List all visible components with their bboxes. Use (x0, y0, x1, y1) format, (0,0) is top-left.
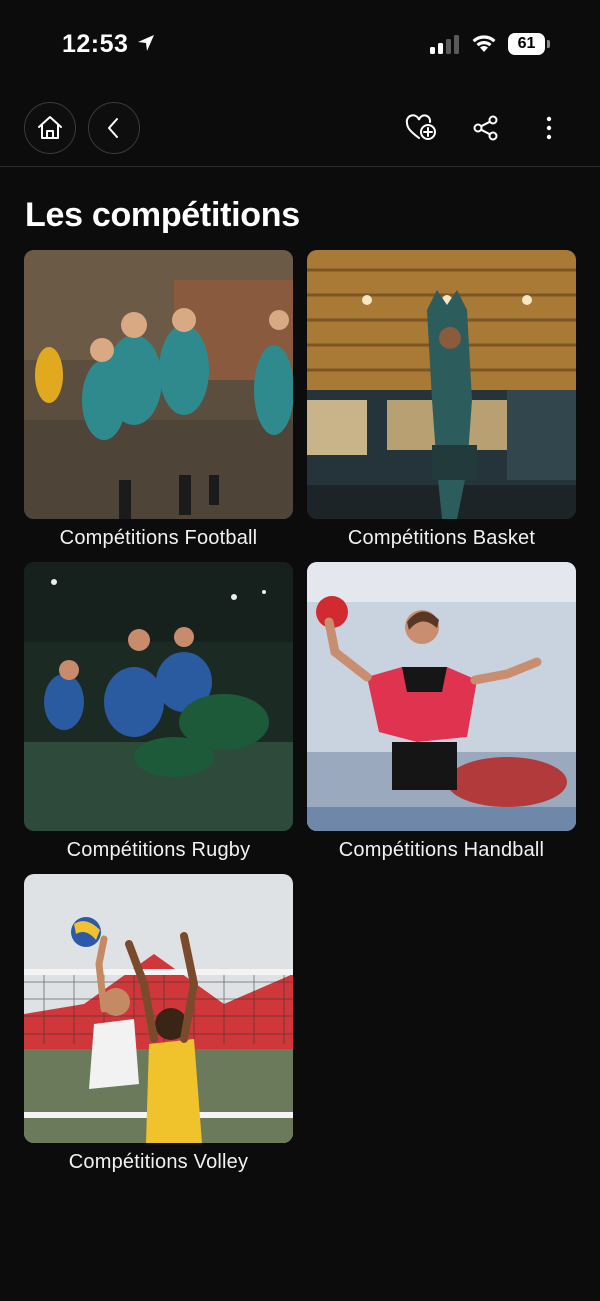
more-options-button[interactable] (533, 112, 565, 144)
competition-label: Compétitions Handball (338, 839, 545, 861)
share-button[interactable] (470, 112, 502, 144)
competition-card-rugby[interactable]: Compétitions Rugby (24, 562, 293, 862)
football-image (24, 250, 293, 519)
battery-level: 61 (508, 33, 545, 55)
page-title: Les compétitions (25, 196, 300, 234)
battery-tip (547, 40, 550, 48)
rugby-image (24, 562, 293, 831)
competition-label: Compétitions Basket (347, 527, 536, 549)
basket-image (307, 250, 576, 519)
competition-label: Compétitions Rugby (66, 839, 251, 861)
competition-card-basket[interactable]: Compétitions Basket (307, 250, 576, 550)
home-button[interactable] (24, 102, 76, 154)
wifi-icon (472, 35, 496, 52)
nav-bar (0, 100, 600, 167)
home-icon (38, 116, 62, 139)
competition-card-volley[interactable]: Compétitions Volley (24, 874, 293, 1174)
more-vertical-icon (546, 116, 552, 140)
heart-plus-icon (405, 114, 436, 140)
back-button[interactable] (88, 102, 140, 154)
battery-indicator: 61 (508, 33, 550, 55)
volley-image (24, 874, 293, 1143)
status-bar: 12:53 61 (0, 0, 600, 90)
cellular-signal-icon (430, 35, 459, 54)
share-icon (473, 115, 498, 141)
status-time: 12:53 (62, 30, 129, 58)
handball-image (307, 562, 576, 831)
competition-label: Compétitions Football (59, 527, 258, 549)
competition-label: Compétitions Volley (68, 1151, 249, 1173)
chevron-left-icon (108, 118, 118, 138)
location-arrow-icon (138, 35, 154, 51)
competition-card-handball[interactable]: Compétitions Handball (307, 562, 576, 862)
add-favorite-button[interactable] (405, 112, 437, 144)
competition-card-football[interactable]: Compétitions Football (24, 250, 293, 550)
